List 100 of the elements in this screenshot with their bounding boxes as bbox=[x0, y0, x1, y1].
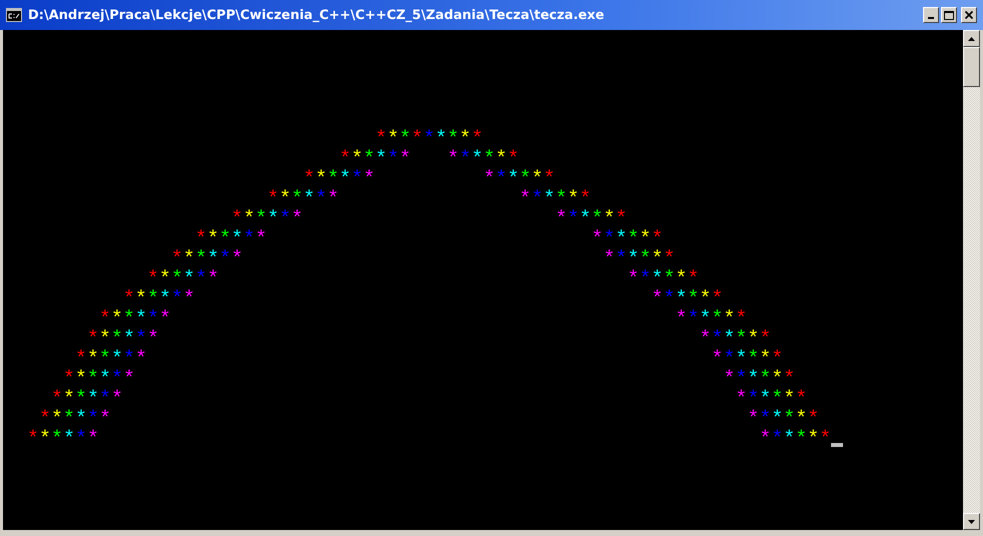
asterisk: * bbox=[63, 408, 76, 431]
asterisk: * bbox=[771, 348, 784, 371]
asterisk: * bbox=[735, 368, 748, 391]
asterisk: * bbox=[183, 288, 196, 311]
asterisk: * bbox=[723, 368, 736, 391]
asterisk: * bbox=[747, 328, 760, 351]
maximize-button[interactable] bbox=[941, 7, 957, 23]
asterisk: * bbox=[99, 308, 112, 331]
asterisk: * bbox=[219, 228, 232, 251]
asterisk: * bbox=[339, 148, 352, 171]
asterisk: * bbox=[687, 308, 700, 331]
asterisk: * bbox=[423, 128, 436, 151]
asterisk: * bbox=[195, 248, 208, 271]
asterisk: * bbox=[783, 368, 796, 391]
asterisk: * bbox=[567, 208, 580, 231]
asterisk: * bbox=[699, 288, 712, 311]
asterisk: * bbox=[303, 168, 316, 191]
asterisk: * bbox=[771, 368, 784, 391]
asterisk: * bbox=[747, 368, 760, 391]
asterisk: * bbox=[147, 288, 160, 311]
asterisk: * bbox=[663, 268, 676, 291]
asterisk: * bbox=[75, 348, 88, 371]
asterisk: * bbox=[483, 148, 496, 171]
asterisk: * bbox=[771, 428, 784, 451]
asterisk: * bbox=[147, 328, 160, 351]
asterisk: * bbox=[411, 128, 424, 151]
asterisk: * bbox=[543, 188, 556, 211]
asterisk: * bbox=[351, 148, 364, 171]
asterisk: * bbox=[795, 388, 808, 411]
asterisk: * bbox=[87, 388, 100, 411]
asterisk: * bbox=[99, 388, 112, 411]
window-title: D:\Andrzej\Praca\Lekcje\CPP\Cwiczenia_C++\C++CZ_5\Zadania\Tecza\tecza.exe bbox=[28, 8, 606, 22]
asterisk: * bbox=[783, 428, 796, 451]
asterisk: * bbox=[555, 188, 568, 211]
asterisk: * bbox=[231, 228, 244, 251]
scrollbar-thumb[interactable] bbox=[963, 47, 980, 87]
close-button[interactable] bbox=[961, 7, 977, 23]
asterisk: * bbox=[327, 168, 340, 191]
asterisk: * bbox=[795, 428, 808, 451]
asterisk: * bbox=[51, 408, 64, 431]
asterisk: * bbox=[651, 228, 664, 251]
asterisk: * bbox=[387, 148, 400, 171]
asterisk: * bbox=[99, 348, 112, 371]
asterisk: * bbox=[75, 368, 88, 391]
asterisk: * bbox=[531, 188, 544, 211]
asterisk: * bbox=[615, 208, 628, 231]
asterisk: * bbox=[303, 188, 316, 211]
scroll-up-button[interactable] bbox=[963, 30, 980, 47]
asterisk: * bbox=[627, 248, 640, 271]
asterisk: * bbox=[195, 228, 208, 251]
asterisk: * bbox=[51, 388, 64, 411]
asterisk: * bbox=[615, 248, 628, 271]
asterisk: * bbox=[207, 228, 220, 251]
asterisk: * bbox=[567, 188, 580, 211]
asterisk: * bbox=[687, 288, 700, 311]
asterisk: * bbox=[771, 388, 784, 411]
asterisk: * bbox=[519, 168, 532, 191]
asterisk: * bbox=[723, 308, 736, 331]
asterisk: * bbox=[87, 408, 100, 431]
asterisk: * bbox=[135, 348, 148, 371]
asterisk: * bbox=[327, 188, 340, 211]
asterisk: * bbox=[231, 208, 244, 231]
asterisk: * bbox=[459, 128, 472, 151]
asterisk: * bbox=[183, 248, 196, 271]
asterisk: * bbox=[675, 268, 688, 291]
asterisk: * bbox=[51, 428, 64, 451]
asterisk: * bbox=[507, 148, 520, 171]
asterisk: * bbox=[159, 268, 172, 291]
asterisk: * bbox=[699, 328, 712, 351]
asterisk: * bbox=[87, 328, 100, 351]
asterisk: * bbox=[483, 168, 496, 191]
asterisk: * bbox=[591, 208, 604, 231]
asterisk: * bbox=[603, 228, 616, 251]
asterisk: * bbox=[123, 368, 136, 391]
asterisk: * bbox=[375, 128, 388, 151]
asterisk: * bbox=[591, 228, 604, 251]
asterisk: * bbox=[711, 328, 724, 351]
asterisk: * bbox=[663, 288, 676, 311]
asterisk: * bbox=[111, 388, 124, 411]
asterisk: * bbox=[795, 408, 808, 431]
asterisk: * bbox=[171, 288, 184, 311]
asterisk: * bbox=[63, 428, 76, 451]
asterisk: * bbox=[75, 428, 88, 451]
asterisk: * bbox=[447, 148, 460, 171]
asterisk: * bbox=[207, 268, 220, 291]
asterisk: * bbox=[267, 208, 280, 231]
asterisk: * bbox=[603, 248, 616, 271]
asterisk: * bbox=[687, 268, 700, 291]
asterisk: * bbox=[207, 248, 220, 271]
scroll-down-button[interactable] bbox=[963, 513, 980, 530]
asterisk: * bbox=[735, 348, 748, 371]
asterisk: * bbox=[735, 388, 748, 411]
asterisk: * bbox=[495, 168, 508, 191]
asterisk: * bbox=[603, 208, 616, 231]
asterisk: * bbox=[159, 308, 172, 331]
asterisk: * bbox=[291, 208, 304, 231]
asterisk: * bbox=[183, 268, 196, 291]
minimize-button[interactable] bbox=[923, 7, 939, 23]
asterisk: * bbox=[651, 248, 664, 271]
asterisk: * bbox=[219, 248, 232, 271]
